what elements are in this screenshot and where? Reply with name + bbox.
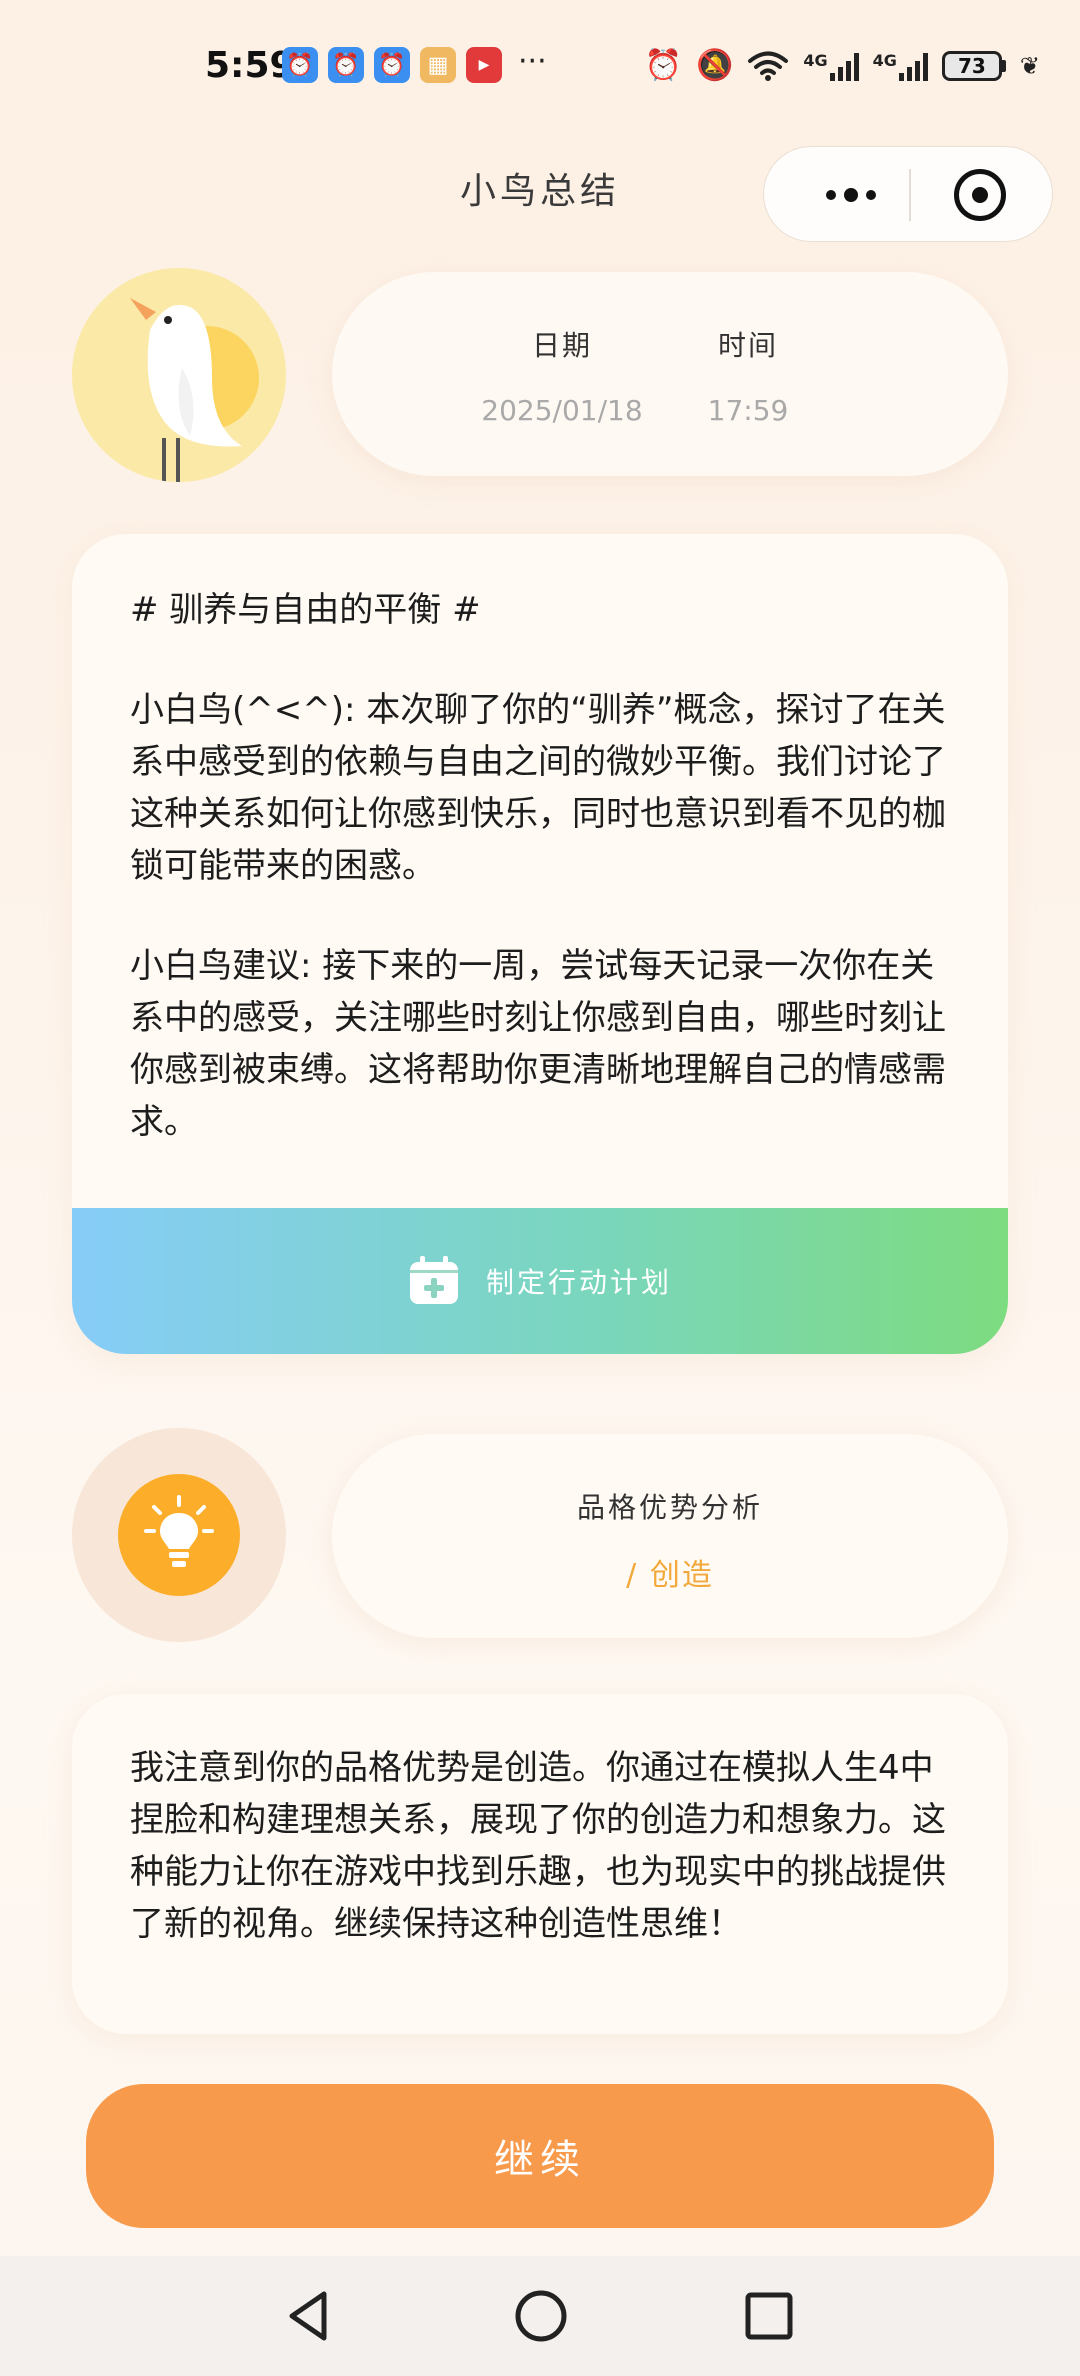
time-value: 17:59 [707,394,789,427]
status-app-icons: ⏰ ⏰ ⏰ ▦ ▶ [282,47,502,83]
date-label: 日期 [531,329,592,362]
make-action-plan-button[interactable]: 制定行动计划 [72,1208,1008,1354]
battery-icon: 73 [941,51,1002,81]
summary-paragraph: 小白鸟(^<^): 本次聊了你的“驯养”概念，探讨了在关系中感受到的依赖与自由之… [130,690,946,886]
wifi-icon [748,51,789,81]
signal-icon [898,51,928,81]
back-icon[interactable] [274,2280,346,2352]
date-column: 日期 2025/01/18 [432,324,692,427]
close-mini-program-button[interactable] [954,169,1006,221]
summary-card: # 驯养与自由的平衡 # 小白鸟(^<^): 本次聊了你的“驯养”概念，探讨了在… [72,534,1008,1354]
calendar-add-icon [409,1256,458,1304]
lightbulb-icon [144,1495,214,1567]
status-bar: 5:59 ⏰ ⏰ ⏰ ▦ ▶ ··· ⏰ 🔕 4G 4G 73 ❦ [0,0,1080,140]
strength-description: 我注意到你的品格优势是创造。你通过在模拟人生4中捏脸和构建理想关系，展现了你的创… [130,1748,946,1944]
battery-cap [1001,60,1006,72]
alarm-icon: ⏰ [644,48,682,83]
character-strength-card: 品格优势分析 / 创造 [332,1434,1008,1638]
clock-app-icon: ⏰ [328,47,364,83]
bulb-avatar [72,1428,286,1642]
time-label: 时间 [717,329,778,362]
date-value: 2025/01/18 [481,394,643,427]
bulb-badge [118,1474,240,1596]
make-action-plan-label: 制定行动计划 [485,1266,672,1299]
bird-avatar [72,268,286,482]
more-options-button[interactable] [816,165,886,225]
home-icon[interactable] [505,2280,577,2352]
system-navigation-bar [0,2256,1080,2376]
mute-bell-icon: 🔕 [696,48,734,83]
network-type-label: 4G [872,51,897,70]
time-column: 时间 17:59 [688,324,808,427]
summary-body: # 驯养与自由的平衡 # 小白鸟(^<^): 本次聊了你的“驯养”概念，探讨了在… [130,584,960,1196]
status-more-icon: ··· [518,44,547,79]
recent-apps-icon[interactable] [733,2280,805,2352]
strength-value: / 创造 [626,1558,714,1593]
status-system-icons: ⏰ 🔕 4G 4G 73 ❦ [645,48,1040,84]
suggestion-paragraph: 小白鸟建议: 接下来的一周，尝试每天记录一次你在关系中的感受，关注哪些时刻让你感… [130,946,946,1142]
strength-description-card: 我注意到你的品格优势是创造。你通过在模拟人生4中捏脸和构建理想关系，展现了你的创… [72,1694,1008,2034]
date-time-card: 日期 2025/01/18 时间 17:59 [332,272,1008,476]
continue-button[interactable]: 继续 [86,2084,994,2228]
mini-program-capsule [763,146,1053,242]
video-app-icon: ▶ [466,47,502,83]
clock-app-icon: ⏰ [374,47,410,83]
leaf-icon: ❦ [1019,52,1040,80]
strength-title: 品格优势分析 [576,1491,763,1524]
summary-heading: # 驯养与自由的平衡 # [130,590,481,630]
network-type-label: 4G [803,51,828,70]
clock-app-icon: ⏰ [282,47,318,83]
white-bird-icon [130,298,259,482]
game-app-icon: ▦ [420,47,456,83]
capsule-divider [909,169,911,221]
signal-icon [829,51,859,81]
